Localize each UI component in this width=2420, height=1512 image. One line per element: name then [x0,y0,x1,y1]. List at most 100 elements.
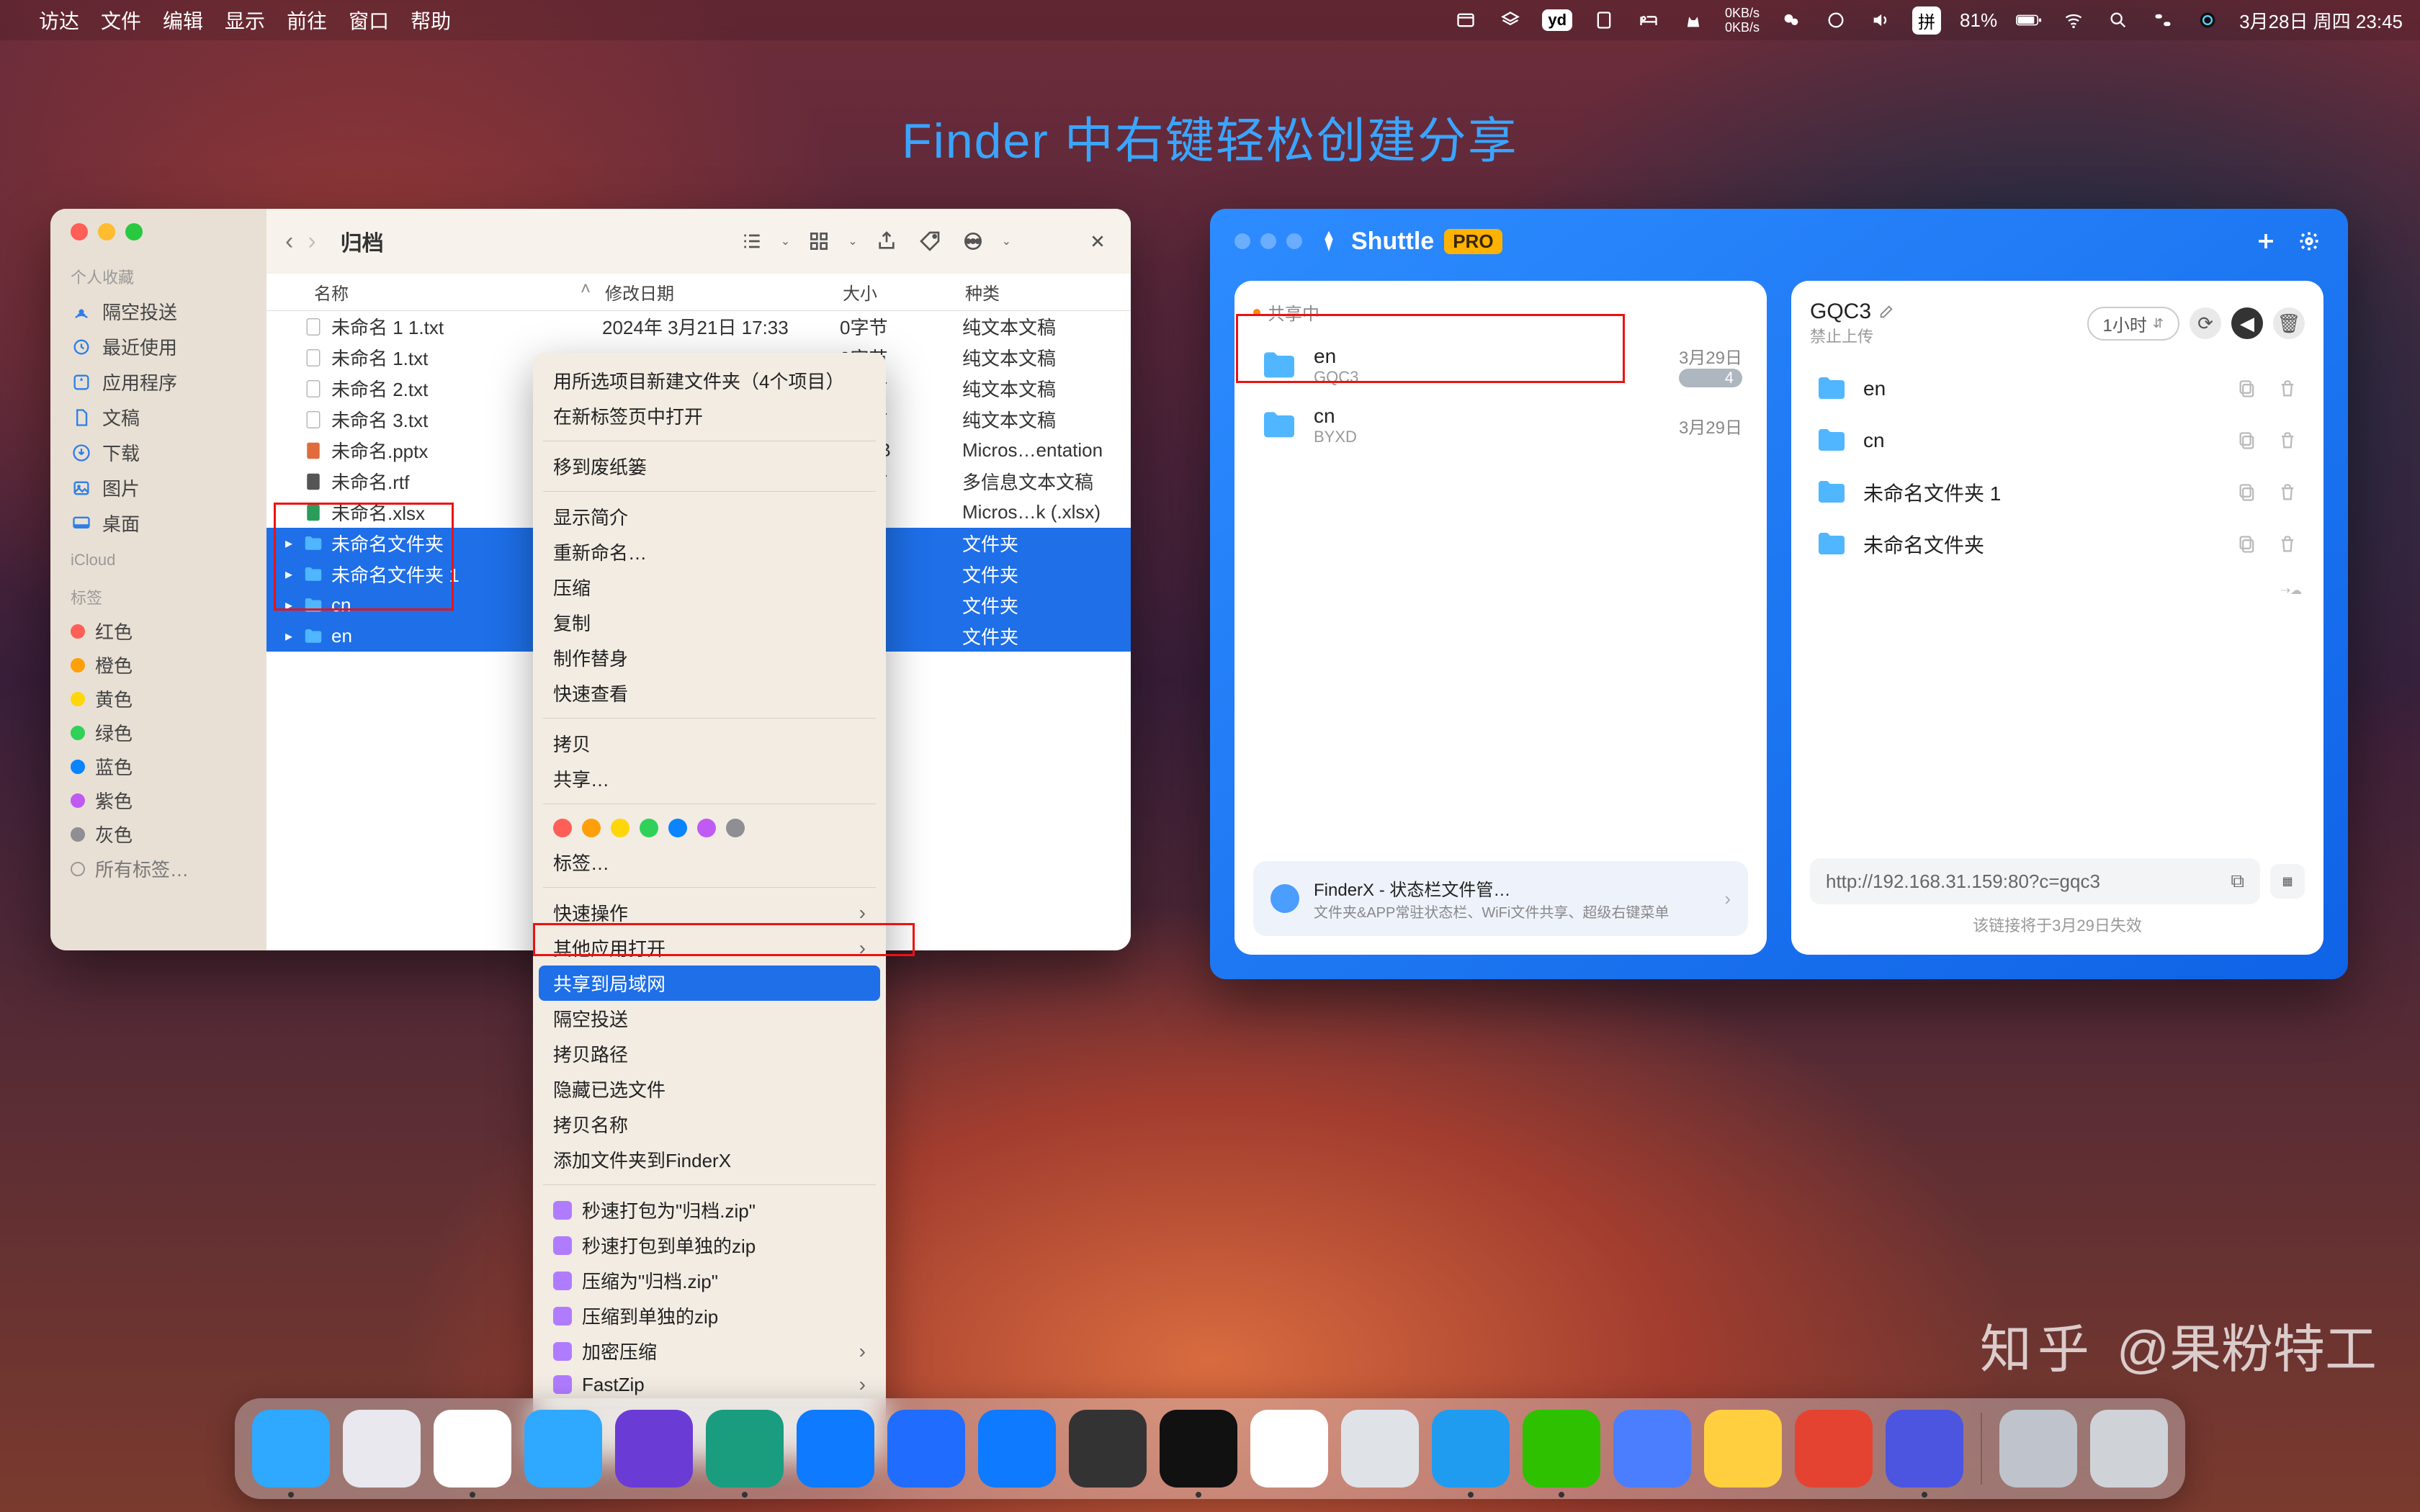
ctx-duplicate[interactable]: 复制 [533,605,886,640]
dock-item-app3[interactable] [1704,1410,1782,1488]
input-method[interactable]: 拼 [1912,6,1941,35]
col-date[interactable]: 修改日期 [605,279,843,305]
sidebar-tag-green[interactable]: 绿色 [50,716,266,750]
dock-item-safari[interactable] [524,1410,602,1488]
ctx-zip-3[interactable]: 压缩为"归档.zip" [533,1263,886,1298]
copy-button[interactable] [2234,480,2260,505]
tag-blue-icon[interactable] [668,819,687,837]
sidebar-item-recents[interactable]: 最近使用 [50,329,266,364]
settings-button[interactable] [2295,227,2323,256]
status-clipboard-icon[interactable] [1591,7,1617,33]
qr-button[interactable]: ▦ [2270,864,2305,899]
ctx-get-info[interactable]: 显示简介 [533,499,886,534]
dock-item-appstore2[interactable] [978,1410,1056,1488]
menu-view[interactable]: 显示 [225,6,265,35]
dock-item-archive-gz[interactable] [1999,1410,2077,1488]
ctx-share[interactable]: 共享… [533,761,886,796]
dock-item-todoist[interactable] [1795,1410,1873,1488]
play-button[interactable]: ◀ [2231,307,2263,339]
ctx-copy-name[interactable]: 拷贝名称 [533,1107,886,1142]
nav-forward-button[interactable]: › [308,228,315,256]
dock-item-chrome[interactable] [434,1410,511,1488]
ctx-airdrop[interactable]: 隔空投送 [533,1001,886,1036]
tag-purple-icon[interactable] [697,819,716,837]
group-button[interactable] [805,227,833,256]
tag-orange-icon[interactable] [582,819,601,837]
clock[interactable]: 3月28日 周四 23:45 [2239,7,2403,34]
nav-back-button[interactable]: ‹ [285,228,293,256]
fullscreen-button[interactable] [125,223,143,240]
ctx-hide[interactable]: 隐藏已选文件 [533,1071,886,1107]
ctx-add-finderx[interactable]: 添加文件夹到FinderX [533,1142,886,1177]
dock-item-trash[interactable] [2090,1410,2168,1488]
sidebar-tag-purple[interactable]: 紫色 [50,783,266,817]
status-box-icon[interactable] [1497,7,1523,33]
close-button[interactable] [71,223,88,240]
minimize-button[interactable] [98,223,115,240]
tag-gray-icon[interactable] [726,819,745,837]
dock-item-appstore[interactable] [797,1410,874,1488]
dock-item-app1[interactable] [615,1410,693,1488]
add-button[interactable] [2251,227,2280,256]
detail-title[interactable]: GQC3 [1810,300,1894,324]
sidebar-tag-blue[interactable]: 蓝色 [50,750,266,783]
sidebar-all-tags[interactable]: 所有标签… [50,851,266,886]
status-netspeed[interactable]: 0KB/s0KB/s [1725,6,1760,35]
status-circle-icon[interactable] [1823,7,1849,33]
tag-button[interactable] [915,227,944,256]
dock-item-app4[interactable] [1886,1410,1963,1488]
dock-item-vscode[interactable] [1432,1410,1510,1488]
duration-button[interactable]: 1小时⇵ [2087,307,2179,341]
minimize-button[interactable] [1260,233,1276,249]
status-sound-icon[interactable] [1868,7,1894,33]
siri-icon[interactable] [2195,7,2220,33]
close-button[interactable] [1234,233,1250,249]
expand-button[interactable] [1083,227,1112,256]
ctx-quick-actions[interactable]: 快速操作 [533,895,886,930]
dock-item-edge[interactable] [706,1410,784,1488]
status-menu-icon[interactable] [1453,7,1479,33]
sidebar-tag-gray[interactable]: 灰色 [50,817,266,851]
delete-button[interactable] [2275,480,2300,505]
share-row[interactable]: enGQC3 3月29日4 [1253,335,1748,396]
ctx-new-folder[interactable]: 用所选项目新建文件夹（4个项目） [533,363,886,398]
menu-go[interactable]: 前往 [287,6,327,35]
status-bed-icon[interactable] [1636,7,1662,33]
ctx-copy-path[interactable]: 拷贝路径 [533,1036,886,1071]
ctx-trash[interactable]: 移到废纸篓 [533,449,886,484]
ctx-tags[interactable]: 标签… [533,845,886,880]
dock-item-terminal[interactable] [1160,1410,1237,1488]
tag-yellow-icon[interactable] [611,819,629,837]
dock-item-photos[interactable] [1250,1410,1328,1488]
menu-help[interactable]: 帮助 [411,6,451,35]
list-item[interactable]: cn [1810,416,2305,465]
share-button[interactable] [872,227,901,256]
delete-button[interactable]: 🗑 [2273,307,2305,339]
dock-item-xcode[interactable] [887,1410,965,1488]
ctx-compress[interactable]: 压缩 [533,570,886,605]
status-yd[interactable]: yd [1542,9,1572,31]
col-name[interactable]: 名称 [285,279,581,305]
dock-item-events[interactable] [1069,1410,1147,1488]
delete-button[interactable] [2275,376,2300,402]
wifi-icon[interactable] [2061,7,2087,33]
app-menu[interactable]: 访达 [39,6,79,35]
ctx-copy[interactable]: 拷贝 [533,726,886,761]
ctx-rename[interactable]: 重新命名… [533,534,886,570]
sidebar-tag-red[interactable]: 红色 [50,614,266,648]
menu-edit[interactable]: 编辑 [163,6,203,35]
file-row[interactable]: 未命名 1 1.txt2024年 3月21日 17:330字节纯文本文稿 [266,311,1131,342]
sidebar-item-apps[interactable]: 应用程序 [50,364,266,400]
ctx-zip-4[interactable]: 压缩到单独的zip [533,1298,886,1333]
dock-item-mail[interactable] [1341,1410,1419,1488]
copy-button[interactable] [2234,531,2260,557]
status-cat-icon[interactable] [1680,7,1706,33]
ctx-alias[interactable]: 制作替身 [533,640,886,675]
ctx-open-new-tab[interactable]: 在新标签页中打开 [533,398,886,433]
dock-item-wechat[interactable] [1523,1410,1600,1488]
sidebar-item-pictures[interactable]: 图片 [50,470,266,505]
sidebar-item-documents[interactable]: 文稿 [50,400,266,435]
sidebar-item-airdrop[interactable]: 隔空投送 [50,294,266,329]
ctx-zip-2[interactable]: 秒速打包到单独的zip [533,1228,886,1263]
ctx-share-lan[interactable]: 共享到局域网 [539,966,880,1001]
